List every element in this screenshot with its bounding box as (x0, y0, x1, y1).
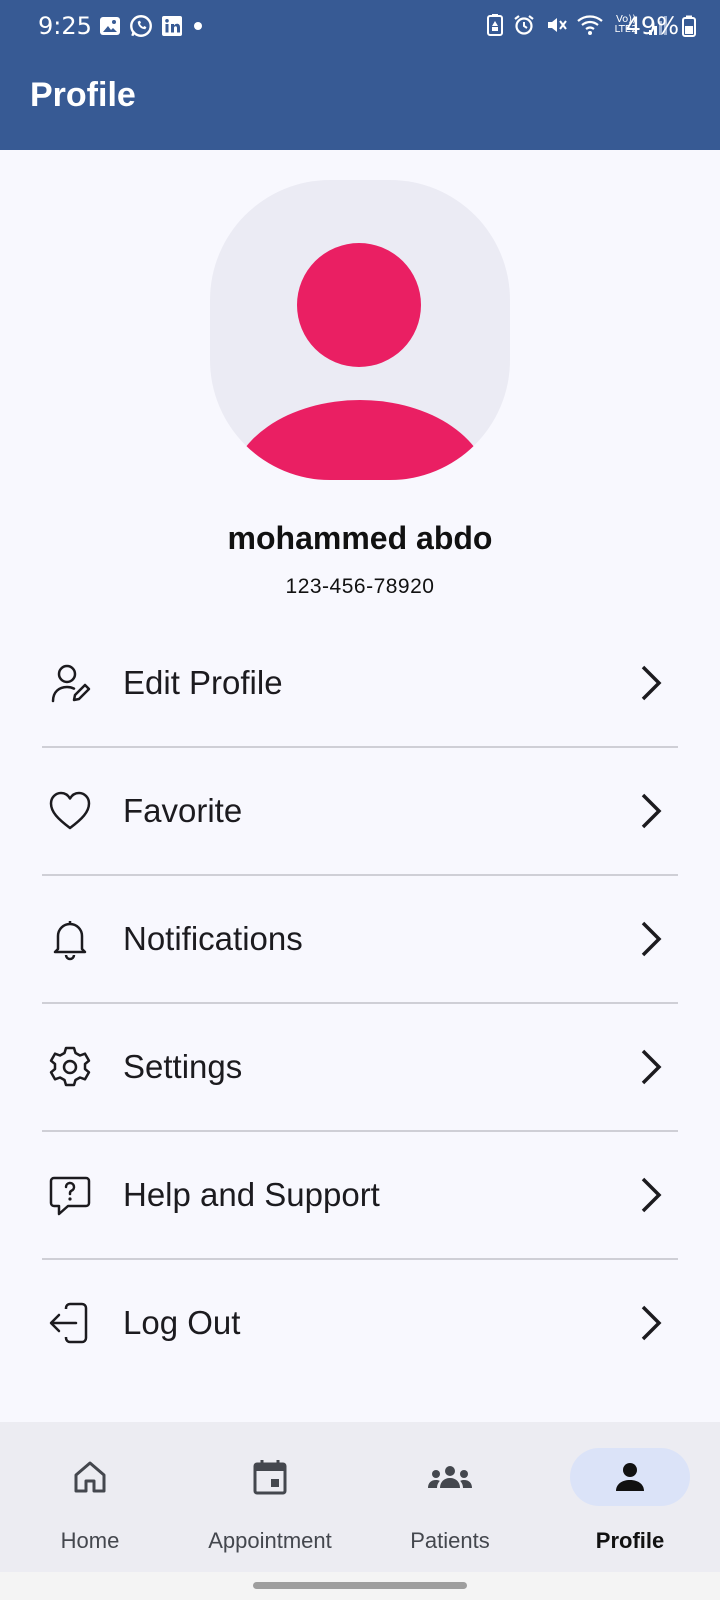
chevron-right-icon (641, 1177, 662, 1213)
battery-icon (682, 15, 696, 37)
mute-icon (548, 18, 567, 32)
user-name: mohammed abdo (227, 520, 493, 556)
menu-item-label: Notifications (123, 920, 303, 957)
home-icon (74, 1461, 106, 1493)
calendar-icon (253, 1460, 287, 1495)
whatsapp-icon (130, 15, 152, 37)
user-edit-icon (51, 664, 91, 703)
help-chat-icon (49, 1176, 91, 1216)
menu-item-edit-profile[interactable]: Edit Profile (42, 620, 678, 748)
nav-item-home[interactable]: Home (0, 1422, 180, 1572)
profile-menu: Edit Profile Favorite Notifications Sett… (42, 620, 678, 1386)
status-time: 9:25 (38, 12, 92, 40)
dot-icon (194, 22, 202, 30)
nav-label: Patients (410, 1528, 490, 1553)
notification-icons (98, 13, 206, 39)
chevron-right-icon (641, 1305, 662, 1341)
avatar[interactable] (210, 180, 510, 480)
linkedin-icon (162, 16, 182, 36)
menu-item-label: Edit Profile (123, 664, 283, 701)
menu-item-help-support[interactable]: Help and Support (42, 1132, 678, 1260)
logout-icon (49, 1302, 88, 1344)
bell-icon (53, 921, 87, 961)
user-phone: 123-456-78920 (285, 575, 435, 598)
gesture-handle[interactable] (253, 1582, 467, 1589)
bottom-navigation: Home Appointment Patients Profile (0, 1422, 720, 1572)
battery-status: 49% (626, 12, 696, 40)
avatar-body (230, 400, 490, 480)
chevron-right-icon (641, 665, 662, 701)
nav-item-profile[interactable]: Profile (540, 1422, 720, 1572)
menu-item-label: Favorite (123, 792, 243, 829)
gear-icon (49, 1046, 91, 1087)
nav-item-appointment[interactable]: Appointment (180, 1422, 360, 1572)
status-bar: 9:25 Vo)) LTE2 49% (0, 0, 720, 52)
group-icon (428, 1466, 472, 1488)
menu-item-label: Help and Support (123, 1176, 380, 1213)
nav-label: Home (60, 1528, 120, 1553)
gallery-icon (100, 17, 120, 35)
app-bar: Profile (0, 52, 720, 150)
nav-label: Profile (595, 1528, 665, 1553)
person-icon (616, 1463, 644, 1491)
menu-item-settings[interactable]: Settings (42, 1004, 678, 1132)
chevron-right-icon (641, 921, 662, 957)
page-title: Profile (30, 76, 136, 114)
menu-item-logout[interactable]: Log Out (42, 1260, 678, 1386)
avatar-head (297, 243, 421, 367)
menu-item-notifications[interactable]: Notifications (42, 876, 678, 1004)
chevron-right-icon (641, 793, 662, 829)
battery-saver-icon (487, 14, 503, 36)
chevron-right-icon (641, 1049, 662, 1085)
gesture-area (0, 1572, 720, 1600)
wifi-icon (577, 15, 603, 35)
alarm-icon (514, 15, 534, 35)
nav-label: Appointment (208, 1528, 332, 1553)
nav-item-patients[interactable]: Patients (360, 1422, 540, 1572)
menu-item-favorite[interactable]: Favorite (42, 748, 678, 876)
menu-item-label: Log Out (123, 1304, 241, 1341)
battery-percent: 49% (625, 12, 679, 40)
menu-item-label: Settings (123, 1048, 243, 1085)
heart-icon (49, 791, 91, 830)
